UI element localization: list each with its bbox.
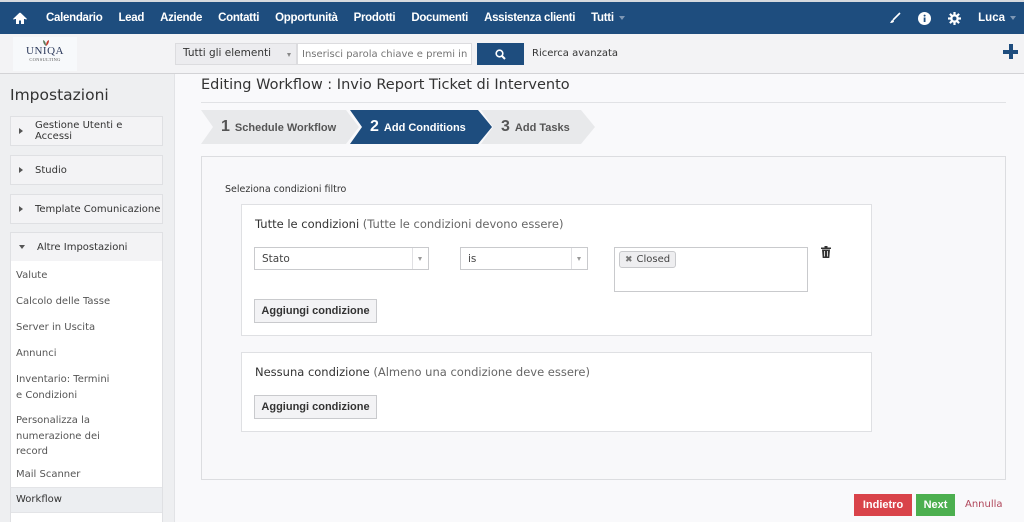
chevron-down-icon	[412, 248, 428, 269]
home-icon[interactable]	[0, 2, 40, 34]
nav-calendario[interactable]: Calendario	[46, 12, 103, 24]
caret-right-icon	[19, 128, 23, 134]
step-label: Add Conditions	[383, 122, 466, 134]
any-conditions-title: Nessuna condizione	[255, 365, 370, 379]
any-conditions-heading: Nessuna condizione (Almeno una condizion…	[255, 365, 590, 379]
nav-prodotti[interactable]: Prodotti	[354, 12, 396, 24]
chevron-down-icon	[618, 15, 625, 20]
next-button[interactable]: Next	[916, 494, 955, 516]
all-conditions-heading: Tutte le condizioni (Tutte le condizioni…	[255, 217, 563, 231]
delete-condition-icon[interactable]	[821, 246, 831, 258]
nav-lead[interactable]: Lead	[118, 12, 144, 24]
condition-value-multiselect[interactable]: ✖ Closed	[614, 247, 808, 292]
remove-tag-icon[interactable]: ✖	[625, 255, 633, 265]
sidebar-item-annunci[interactable]: Annunci	[16, 346, 116, 362]
search-scope-value: Tutti gli elementi	[183, 47, 272, 59]
add-condition-all-button[interactable]: Aggiungi condizione	[254, 299, 377, 323]
logo-subtext: CONSULTING	[29, 57, 61, 62]
user-menu[interactable]: Luca	[978, 12, 1016, 24]
chevron-down-icon	[571, 248, 587, 269]
sidebar-item-personalizza-numerazione[interactable]: Personalizza la numerazione dei record	[16, 413, 111, 460]
gear-icon[interactable]	[948, 11, 962, 25]
search-input[interactable]	[297, 43, 472, 65]
sidebar-section-gestione-utenti[interactable]: Gestione Utenti e Accessi	[10, 116, 163, 146]
info-icon[interactable]	[918, 11, 932, 25]
title-divider	[201, 102, 1006, 103]
sidebar-section-altre-impostazioni[interactable]: Altre Impostazioni	[10, 232, 163, 262]
brush-icon[interactable]	[889, 12, 901, 24]
condition-field-select[interactable]: Stato	[254, 247, 429, 270]
nav-tutti-label: Tutti	[591, 12, 614, 24]
sidebar-section-label: Altre Impostazioni	[37, 241, 128, 253]
sidebar: Impostazioni Gestione Utenti e Accessi S…	[0, 74, 175, 522]
step-label: Schedule Workflow	[234, 122, 337, 134]
search-scope-select[interactable]: Tutti gli elementi	[175, 43, 297, 65]
all-conditions-note: (Tutte le condizioni devono essere)	[362, 217, 564, 231]
sidebar-item-valute[interactable]: Valute	[16, 268, 116, 284]
user-name: Luca	[978, 12, 1005, 24]
add-condition-any-button[interactable]: Aggiungi condizione	[254, 395, 377, 419]
back-button[interactable]: Indietro	[854, 494, 912, 516]
sidebar-section-studio[interactable]: Studio	[10, 155, 163, 185]
nav-contatti[interactable]: Contatti	[218, 12, 259, 24]
top-navbar: Calendario Lead Aziende Contatti Opportu…	[0, 0, 1024, 34]
step-number: 1	[221, 118, 230, 135]
step-label: Add Tasks	[514, 122, 570, 134]
leaf-icon	[43, 40, 50, 46]
advanced-search-link[interactable]: Ricerca avanzata	[532, 48, 618, 59]
condition-operator-value: is	[468, 253, 477, 265]
any-conditions-note: (Almeno una condizione deve essere)	[373, 365, 590, 379]
all-conditions-title: Tutte le condizioni	[255, 217, 360, 231]
sidebar-item-inventario[interactable]: Inventario: Termini e Condizioni	[16, 372, 116, 403]
value-tag-closed: ✖ Closed	[619, 251, 677, 268]
sidebar-item-calcolo-tasse[interactable]: Calcolo delle Tasse	[16, 294, 116, 310]
step-add-tasks[interactable]: 3 Add Tasks	[481, 110, 595, 144]
any-conditions-box	[241, 352, 872, 432]
filter-conditions-label: Seleziona condizioni filtro	[225, 184, 347, 195]
company-logo[interactable]: UNIQA CONSULTING	[13, 37, 77, 71]
logo-text: UNIQA	[26, 40, 64, 57]
nav-assistenza-clienti[interactable]: Assistenza clienti	[484, 12, 575, 24]
tag-label: Closed	[636, 254, 671, 265]
step-number: 3	[501, 118, 510, 135]
search-icon	[495, 48, 506, 60]
step-add-conditions[interactable]: 2 Add Conditions	[350, 110, 492, 144]
sidebar-item-server-uscita[interactable]: Server in Uscita	[16, 320, 116, 336]
condition-operator-select[interactable]: is	[460, 247, 588, 270]
nav-aziende[interactable]: Aziende	[160, 12, 202, 24]
sidebar-item-label: Workflow	[16, 494, 62, 505]
cancel-link[interactable]: Annulla	[965, 499, 1003, 510]
nav-tutti[interactable]: Tutti	[591, 12, 625, 24]
sidebar-section-template-comunicazione[interactable]: Template Comunicazione	[10, 194, 163, 224]
chevron-down-icon	[1010, 15, 1016, 20]
condition-field-value: Stato	[262, 253, 290, 265]
nav-documenti[interactable]: Documenti	[411, 12, 468, 24]
chevron-down-icon	[287, 53, 291, 57]
sidebar-section-label: Template Comunicazione	[35, 203, 161, 215]
page-title: Editing Workflow : Invio Report Ticket d…	[201, 77, 570, 93]
sidebar-sublist: Valute Calcolo delle Tasse Server in Usc…	[10, 261, 163, 522]
sidebar-title: Impostazioni	[10, 86, 109, 104]
step-number: 2	[370, 118, 379, 135]
sidebar-section-label: Studio	[35, 164, 67, 176]
sidebar-item-workflow[interactable]: Workflow	[11, 487, 162, 513]
sidebar-section-label: Gestione Utenti e Accessi	[35, 120, 123, 142]
nav-opportunita[interactable]: Opportunità	[275, 12, 338, 24]
caret-down-icon	[19, 245, 25, 249]
plus-icon[interactable]	[1003, 44, 1018, 59]
caret-right-icon	[19, 167, 23, 173]
sidebar-item-mail-scanner[interactable]: Mail Scanner	[16, 467, 116, 483]
search-button[interactable]	[477, 43, 524, 65]
caret-right-icon	[19, 206, 23, 212]
step-schedule-workflow[interactable]: 1 Schedule Workflow	[201, 110, 359, 144]
